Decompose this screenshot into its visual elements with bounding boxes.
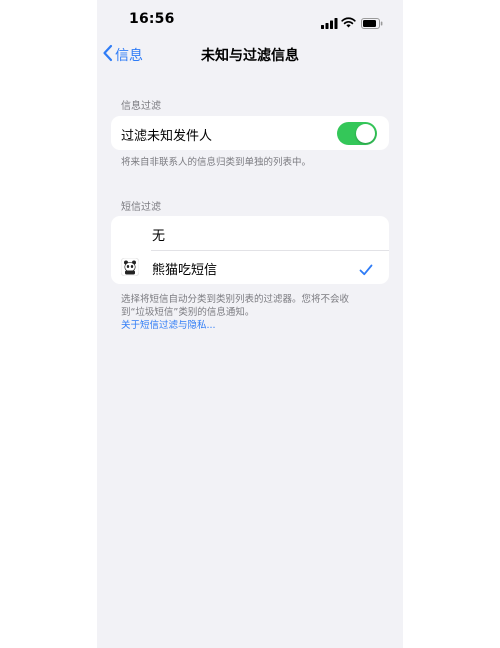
- sms-option-none[interactable]: 无: [111, 216, 389, 250]
- filter-section-footer: 将来自非联系人的信息归类到单独的列表中。: [121, 157, 312, 168]
- wifi-icon: [341, 13, 356, 32]
- sms-option-panda[interactable]: 熊猫吃短信: [111, 250, 389, 284]
- checkmark-icon: [359, 261, 373, 280]
- filter-section-header: 信息过滤: [121, 101, 161, 112]
- navigation-bar: 信息 未知与过滤信息: [97, 40, 403, 70]
- filter-unknown-senders-row: 过滤未知发件人: [111, 116, 389, 150]
- sms-footer-line-2: 到“垃圾短信”类别的信息通知。: [121, 307, 255, 318]
- sms-option-none-label: 无: [152, 229, 166, 244]
- sms-privacy-link[interactable]: 关于短信过滤与隐私...: [121, 319, 393, 332]
- battery-icon: [361, 14, 383, 33]
- cellular-signal-icon: [321, 14, 338, 33]
- sms-filter-group: 无 熊猫吃短信: [111, 216, 389, 284]
- sms-footer-line-1: 选择将短信自动分类到类别列表的过滤器。您将不会收: [121, 294, 350, 305]
- page-title: 未知与过滤信息: [201, 48, 299, 64]
- filter-unknown-senders-label: 过滤未知发件人: [121, 129, 213, 144]
- filter-group: 过滤未知发件人: [111, 116, 389, 150]
- phone-screen: 16:56 信息 未知与过滤信息 信息过滤 过滤未知发件人 将来自非联系人的信息…: [97, 0, 403, 648]
- status-bar: 16:56: [97, 0, 403, 40]
- sms-section-header: 短信过滤: [121, 202, 161, 213]
- sms-section-footer: 选择将短信自动分类到类别列表的过滤器。您将不会收 到“垃圾短信”类别的信息通知。…: [121, 293, 393, 332]
- status-time: 16:56: [129, 11, 175, 27]
- toggle-knob: [356, 124, 375, 143]
- panda-app-icon: [120, 257, 140, 277]
- sms-option-panda-label: 熊猫吃短信: [152, 263, 218, 278]
- filter-unknown-senders-toggle[interactable]: [337, 122, 377, 145]
